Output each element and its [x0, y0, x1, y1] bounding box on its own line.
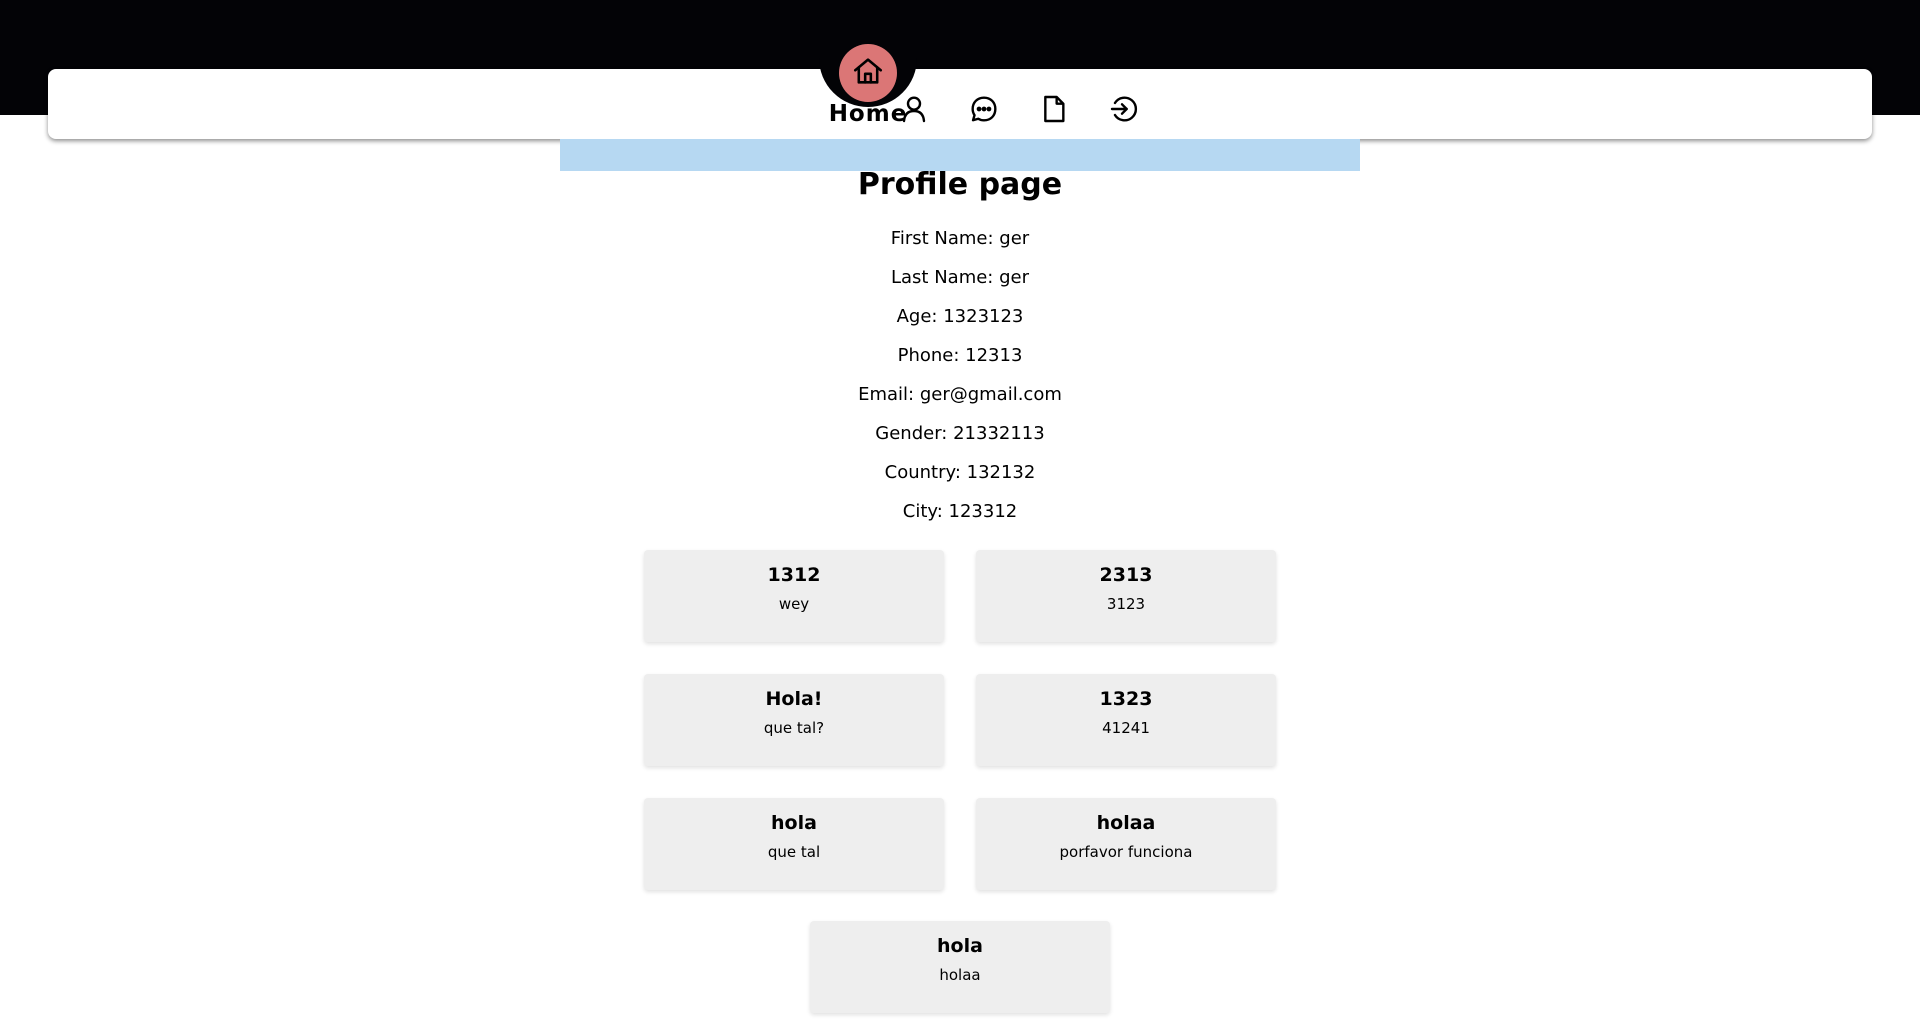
post-title: 2313: [1099, 564, 1153, 586]
profile-section: Profile page First Name: ger Last Name: …: [560, 165, 1360, 531]
user-icon: [898, 93, 930, 129]
first-name-text: First Name: ger: [890, 228, 1030, 249]
nav-item-documents[interactable]: [1030, 87, 1078, 135]
post-body: que tal: [767, 843, 821, 861]
logout-icon: [1108, 93, 1140, 129]
city-text: City: 123312: [902, 501, 1018, 522]
age-text: Age: 1323123: [896, 306, 1024, 327]
post-card[interactable]: 1312 wey: [644, 550, 944, 642]
last-name-text: Last Name: ger: [890, 267, 1029, 288]
post-card[interactable]: 1323 41241: [976, 674, 1276, 766]
post-body: holaa: [939, 966, 981, 984]
nav-item-profile[interactable]: [890, 87, 938, 135]
home-icon: [851, 54, 885, 92]
post-body: porfavor funciona: [1059, 843, 1193, 861]
post-title: Hola!: [765, 688, 823, 710]
post-title: holaa: [1096, 812, 1156, 834]
post-body: wey: [778, 595, 810, 613]
nav-item-logout[interactable]: [1100, 87, 1148, 135]
phone-text: Phone: 12313: [897, 345, 1023, 366]
email-text: Email: ger@gmail.com: [858, 384, 1062, 405]
post-card[interactable]: holaa porfavor funciona: [976, 798, 1276, 890]
post-title: 1323: [1099, 688, 1153, 710]
post-card[interactable]: Hola! que tal?: [644, 674, 944, 766]
post-title: hola: [937, 935, 983, 957]
post-body: que tal?: [763, 719, 825, 737]
page-title: Profile page: [857, 167, 1063, 202]
post-title: hola: [771, 812, 817, 834]
chat-icon: [968, 93, 1000, 129]
post-card[interactable]: hola que tal: [644, 798, 944, 890]
post-card[interactable]: hola holaa: [810, 921, 1110, 1013]
post-card[interactable]: 2313 3123: [976, 550, 1276, 642]
navigation-bar: Home: [48, 37, 1872, 139]
nav-item-messages[interactable]: [960, 87, 1008, 135]
post-body: 3123: [1106, 595, 1146, 613]
post-title: 1312: [767, 564, 821, 586]
country-text: Country: 132132: [884, 462, 1036, 483]
gender-text: Gender: 21332113: [875, 423, 1045, 444]
nav-active-indicator: [839, 44, 897, 102]
post-body: 41241: [1102, 719, 1150, 737]
document-icon: [1038, 93, 1070, 129]
